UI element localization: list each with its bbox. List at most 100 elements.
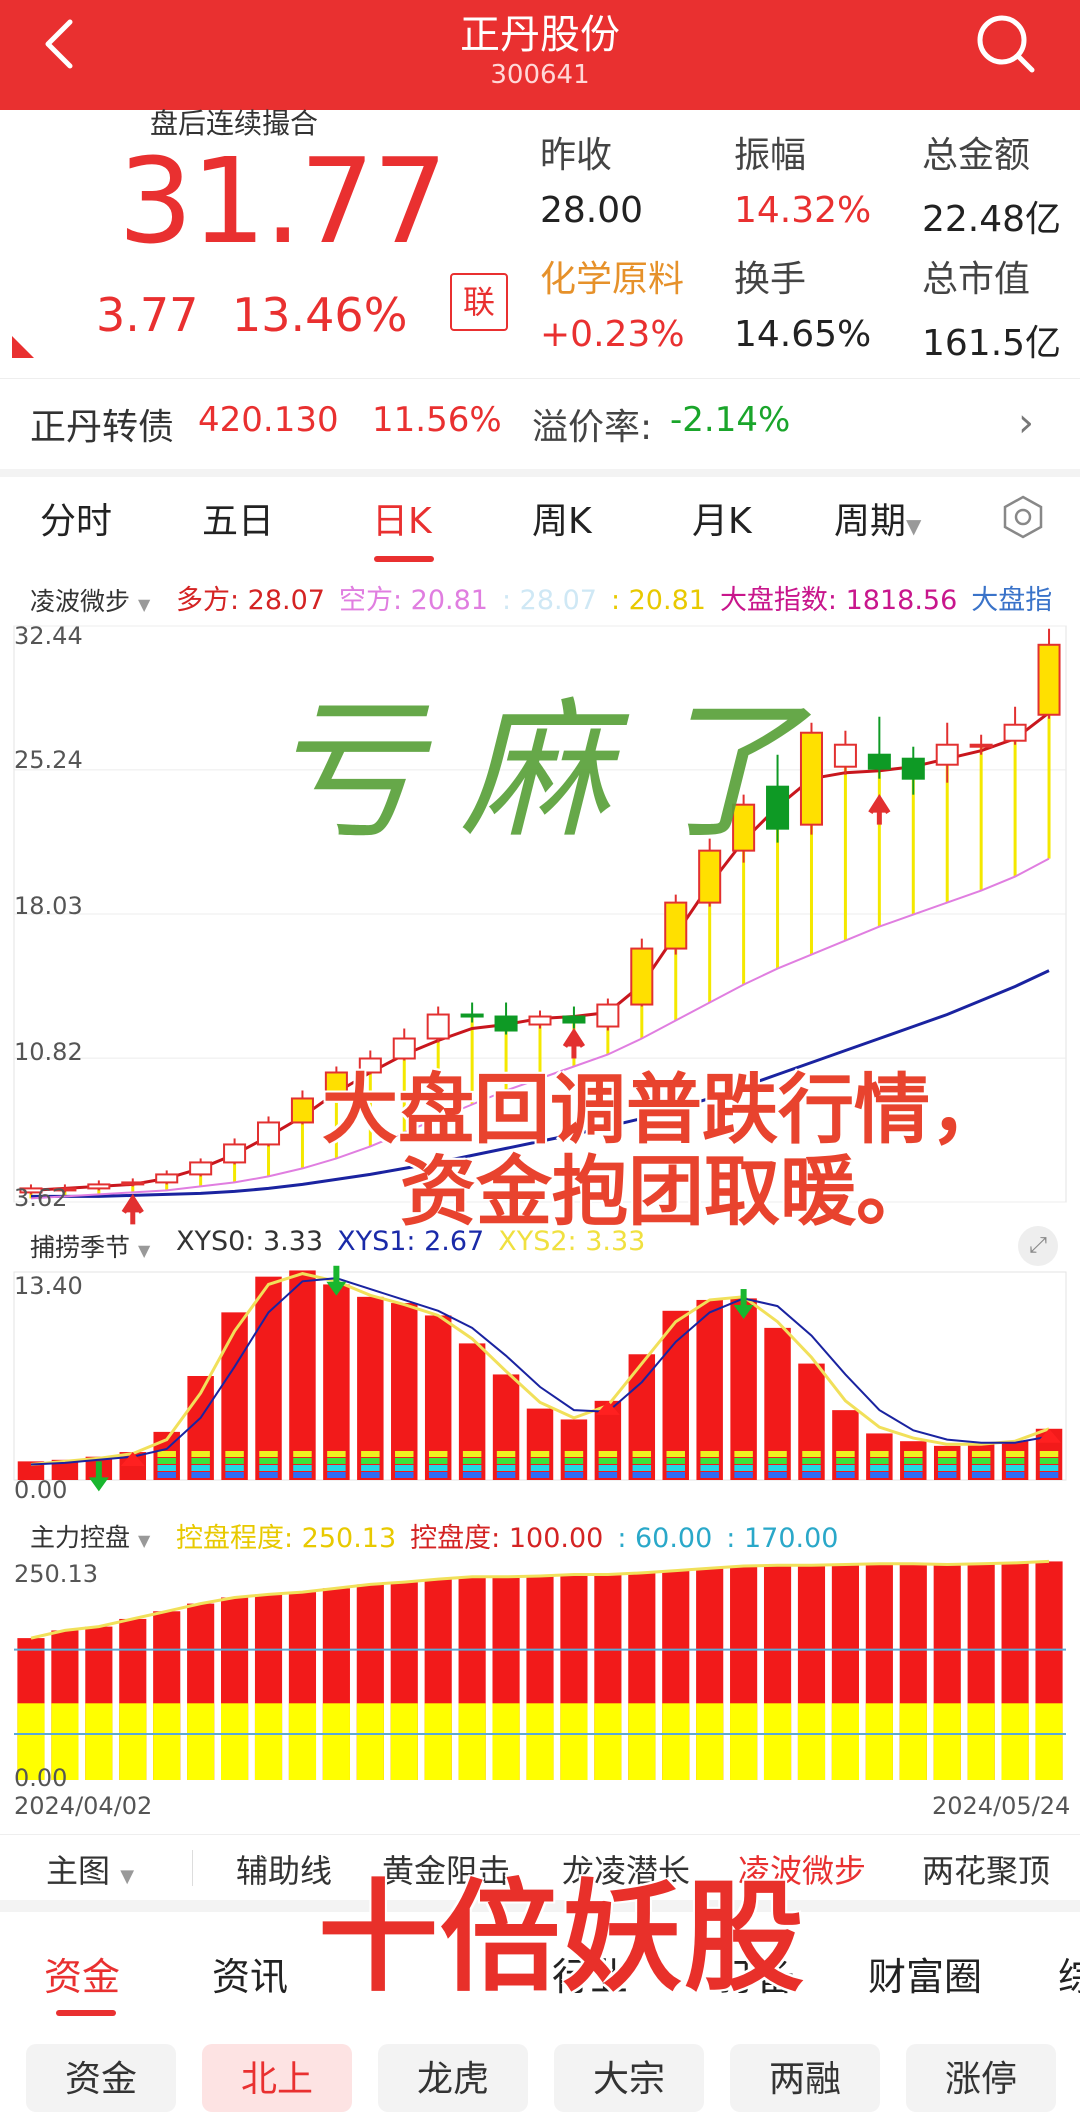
signal-band	[700, 1458, 719, 1464]
top-bar: 正丹股份 300641	[0, 0, 1080, 110]
dropdown-arrow-icon: ▼	[137, 1241, 151, 1260]
signal-band	[734, 1458, 753, 1464]
signal-band	[768, 1465, 787, 1471]
indicator-value: : 20.81	[610, 585, 706, 616]
signal-band	[1039, 1458, 1059, 1464]
bar-yellow	[696, 1703, 724, 1780]
settings-hexagon-icon[interactable]	[1000, 494, 1046, 540]
bar-yellow	[831, 1703, 859, 1780]
signal-band	[734, 1451, 753, 1457]
signal-band	[666, 1458, 685, 1464]
pill-dragon-tiger[interactable]: 龙虎	[378, 2044, 528, 2112]
signal-band	[327, 1458, 346, 1464]
main-indicator-selector[interactable]: 凌波微步 ▼	[30, 582, 150, 618]
signal-band	[225, 1465, 244, 1471]
tab-intraday[interactable]: 分时	[40, 492, 112, 544]
bar-yellow	[424, 1703, 452, 1780]
quote-field-label: 昨收	[540, 135, 613, 176]
signal-band	[157, 1472, 176, 1478]
date-start: 2024/04/02	[14, 1792, 153, 1820]
bar-yellow	[763, 1703, 792, 1780]
tab-period[interactable]: 周期▼	[834, 492, 921, 544]
candle-body	[121, 1181, 145, 1186]
tab-daily-k[interactable]: 日K	[372, 492, 432, 544]
signal-band	[971, 1472, 991, 1478]
quote-field-label: 振幅	[734, 135, 807, 176]
expand-icon[interactable]: ⤢	[1018, 1226, 1058, 1266]
signal-band	[1039, 1472, 1059, 1478]
signal-band	[191, 1465, 210, 1471]
signal-band	[395, 1458, 414, 1464]
tab-more[interactable]: 综	[1058, 1946, 1080, 2001]
sub-indicator-2-selector[interactable]: 主力控盘 ▼	[30, 1518, 150, 1554]
signal-band	[937, 1472, 957, 1478]
candle-body	[969, 743, 993, 748]
candle-body	[1037, 643, 1061, 716]
signal-band	[836, 1451, 855, 1457]
bar	[764, 1327, 791, 1480]
bar-yellow	[390, 1703, 418, 1780]
signal-band	[259, 1451, 278, 1457]
signal-band	[937, 1451, 957, 1457]
signal-band	[395, 1451, 414, 1457]
pill-margin[interactable]: 两融	[730, 2044, 880, 2112]
bar-yellow	[628, 1703, 656, 1780]
convertible-bond-name: 正丹转债	[30, 407, 175, 448]
tab-five-day[interactable]: 五日	[202, 492, 274, 544]
corner-marker-icon	[12, 336, 34, 358]
signal-band	[904, 1465, 923, 1471]
banner-overlay-text: 十倍妖股	[318, 1869, 806, 2008]
active-tab-indicator	[374, 556, 434, 562]
signal-band	[191, 1472, 210, 1478]
signal-band	[632, 1472, 652, 1478]
signal-band	[530, 1472, 550, 1478]
signal-band	[496, 1472, 516, 1478]
tab-monthly-k[interactable]: 月K	[692, 492, 752, 544]
search-icon[interactable]	[970, 8, 1040, 78]
signal-band	[666, 1465, 685, 1471]
signal-band	[1005, 1465, 1025, 1471]
main-chart-selector[interactable]: 主图 ▼	[46, 1846, 134, 1892]
indicator-value: XYS0: 3.33	[176, 1226, 324, 1257]
pill-block-trade[interactable]: 大宗	[554, 2044, 704, 2112]
signal-band	[327, 1465, 346, 1471]
handwritten-overlay-text: 亏麻了	[270, 685, 841, 859]
signal-band	[157, 1465, 176, 1471]
tab-weekly-k[interactable]: 周K	[532, 492, 592, 544]
candle-body	[935, 743, 959, 766]
tab-funds[interactable]: 资金	[44, 1946, 120, 2001]
price-change: 3.77	[96, 288, 199, 342]
pill-limit-up[interactable]: 涨停	[906, 2044, 1056, 2112]
pill-northbound[interactable]: 北上	[202, 2044, 352, 2112]
candle-body	[494, 1015, 518, 1032]
bar-yellow	[322, 1703, 350, 1780]
signal-band	[734, 1465, 753, 1471]
fishing-season-indicator-chart	[13, 1265, 1067, 1492]
quote-field-value: 14.65%	[734, 314, 872, 355]
signal-band	[666, 1472, 685, 1478]
indicator-value: 控盘程度: 250.13	[176, 1523, 397, 1554]
signal-band	[700, 1472, 719, 1478]
quote-field-value: 161.5亿	[922, 323, 1062, 364]
indicator-value: : 170.00	[726, 1523, 839, 1554]
tab-two-flowers[interactable]: 两花聚顶	[922, 1846, 1050, 1892]
tab-news[interactable]: 资讯	[212, 1946, 288, 2001]
sub-indicator-1-selector[interactable]: 捕捞季节 ▼	[30, 1228, 150, 1264]
linked-badge-button[interactable]: 联	[450, 273, 508, 331]
signal-band	[259, 1465, 278, 1471]
signal-band	[734, 1472, 753, 1478]
signal-band	[700, 1451, 719, 1457]
signal-band	[462, 1451, 482, 1457]
tab-wealth-circle[interactable]: 财富圈	[868, 1946, 982, 2001]
candle-body	[87, 1183, 111, 1190]
signal-band	[937, 1458, 957, 1464]
indicator-value: : 28.07	[501, 585, 597, 616]
signal-band	[428, 1451, 448, 1457]
chevron-right-icon[interactable]: ›	[1018, 400, 1034, 446]
pill-funds[interactable]: 资金	[26, 2044, 176, 2112]
bar-yellow	[797, 1703, 826, 1780]
sub-indicator-2-values: 控盘程度: 250.13 控盘度: 100.00: 60.00: 170.00	[176, 1516, 852, 1555]
main-y-axis-tick: 18.03	[14, 892, 83, 920]
signal-band	[462, 1458, 482, 1464]
signal-band	[802, 1465, 821, 1471]
